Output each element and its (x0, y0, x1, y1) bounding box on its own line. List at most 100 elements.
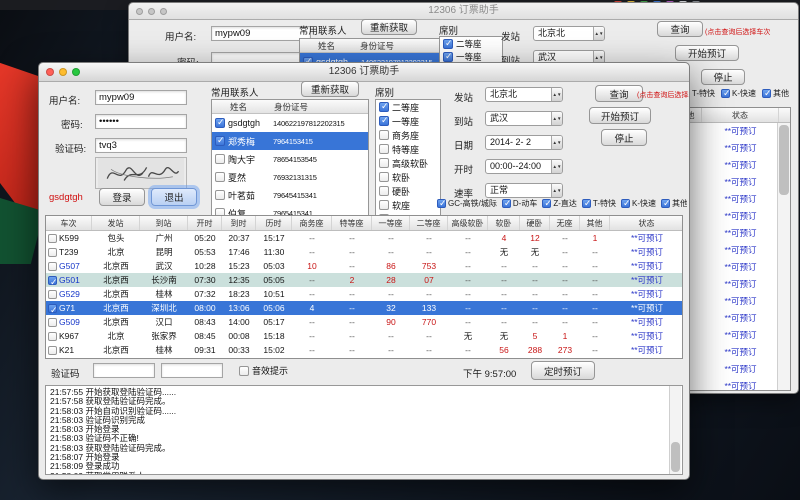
refresh-contacts-button[interactable]: 重新获取 (361, 19, 417, 35)
logout-button[interactable]: 退出 (151, 188, 197, 206)
train-row[interactable]: G529北京西桂林07:3218:2310:51----------------… (46, 287, 682, 301)
checkbox[interactable] (215, 154, 225, 164)
stop-button[interactable]: 停止 (701, 69, 745, 85)
checkbox[interactable] (502, 199, 511, 208)
train-type-checkbox[interactable]: T-特快 (582, 198, 616, 209)
checkbox[interactable] (542, 199, 551, 208)
captcha-image[interactable] (95, 157, 187, 189)
contact-row[interactable]: 陶大宇78654153545 (212, 150, 368, 168)
depart-time-dropdown[interactable]: 00:00--24:00▲▼ (485, 159, 563, 174)
stepper-icon[interactable]: ▲▼ (551, 136, 562, 149)
checkbox[interactable] (379, 116, 389, 126)
column-header[interactable]: 商务座 (292, 216, 332, 230)
minimize-button[interactable] (148, 8, 155, 15)
checkbox[interactable] (621, 199, 630, 208)
checkbox[interactable] (443, 39, 453, 49)
column-header[interactable]: 车次 (46, 216, 92, 230)
sound-toggle[interactable]: 音效提示 (239, 364, 288, 377)
contact-row[interactable]: gsdgtgh140622197812202315 (212, 114, 368, 132)
zoom-button[interactable] (160, 8, 167, 15)
checkbox[interactable] (215, 172, 225, 182)
checkbox[interactable] (48, 346, 57, 355)
column-header[interactable]: 到站 (140, 216, 188, 230)
main-window[interactable]: 12306 订票助手 用户名: 密码: 验证码: gsdgtgh 登录 退出 常… (38, 62, 690, 480)
checkbox[interactable] (215, 118, 225, 128)
close-button[interactable] (136, 8, 143, 15)
checkbox[interactable] (379, 130, 389, 140)
to-station-dropdown[interactable]: 武汉▲▼ (485, 111, 563, 126)
column-header[interactable]: 二等座 (410, 216, 448, 230)
checkbox[interactable] (437, 199, 446, 208)
date-stepper[interactable]: 2014- 2- 2▲▼ (485, 135, 563, 150)
refresh-contacts-button[interactable]: 重新获取 (301, 81, 359, 97)
column-header[interactable]: 发站 (92, 216, 140, 230)
train-type-checkbox[interactable]: K-快速 (721, 88, 756, 99)
zoom-button[interactable] (72, 68, 80, 76)
column-header[interactable]: 历时 (256, 216, 292, 230)
contact-row[interactable]: 叶茗茹79645415341 (212, 186, 368, 204)
minimize-button[interactable] (59, 68, 67, 76)
train-row[interactable]: G511北京西武汉09:5214:5505:0310--123625------… (46, 357, 682, 359)
train-type-checkbox[interactable]: Z-直达 (542, 198, 577, 209)
vertical-scrollbar[interactable] (669, 386, 681, 474)
checkbox[interactable] (582, 199, 591, 208)
column-header[interactable]: 硬卧 (520, 216, 550, 230)
train-row[interactable]: T239北京昆明05:5317:4611:30----------无无----*… (46, 245, 682, 259)
contact-row[interactable]: 郑秀梅7964153415 (212, 132, 368, 150)
column-header[interactable]: 状态 (702, 108, 779, 122)
checkbox[interactable] (379, 102, 389, 112)
column-header[interactable]: 一等座 (372, 216, 410, 230)
speed-dropdown[interactable]: 正常▲▼ (485, 183, 563, 198)
checkbox[interactable] (48, 332, 57, 341)
seat-option[interactable]: 软座 (376, 198, 440, 212)
checkbox[interactable] (215, 190, 225, 200)
captcha-input-1[interactable] (93, 363, 155, 378)
checkbox[interactable] (379, 158, 389, 168)
column-header[interactable]: 高级软卧 (448, 216, 488, 230)
checkbox[interactable] (379, 186, 389, 196)
from-station-dropdown[interactable]: 北京北▲▼ (485, 87, 563, 102)
column-header[interactable]: 特等座 (332, 216, 372, 230)
seat-option[interactable]: 特等座 (376, 142, 440, 156)
checkbox[interactable] (48, 248, 57, 257)
checkbox[interactable] (661, 199, 670, 208)
start-booking-button[interactable]: 开始预订 (675, 45, 739, 61)
train-row[interactable]: G71北京西深圳北08:0013:0605:064--32133--------… (46, 301, 682, 315)
scrollbar-thumb[interactable] (671, 442, 680, 472)
password-input[interactable] (95, 114, 187, 129)
checkbox[interactable] (215, 136, 225, 146)
seat-option[interactable]: 硬卧 (376, 184, 440, 198)
checkbox[interactable] (762, 89, 771, 98)
train-type-checkbox[interactable]: 其他 (661, 198, 687, 209)
checkbox[interactable] (379, 144, 389, 154)
close-button[interactable] (46, 68, 54, 76)
scrollbar-thumb[interactable] (779, 125, 789, 195)
seat-option[interactable]: 二等座 (376, 100, 440, 114)
timer-booking-button[interactable]: 定时预订 (531, 361, 595, 380)
checkbox[interactable] (48, 234, 57, 243)
train-row[interactable]: K967北京张家界08:4500:0815:18--------无无51--**… (46, 329, 682, 343)
username-input[interactable] (211, 26, 311, 41)
from-station-dropdown[interactable]: 北京北▲▼ (533, 26, 605, 41)
titlebar[interactable]: 12306 订票助手 (39, 63, 689, 82)
train-type-checkbox[interactable]: K-快速 (621, 198, 656, 209)
checkbox[interactable] (443, 52, 453, 62)
username-input[interactable] (95, 90, 187, 105)
train-row[interactable]: K21北京西桂林09:3100:3315:02----------5628827… (46, 343, 682, 357)
start-booking-button[interactable]: 开始预订 (589, 107, 651, 124)
train-type-checkbox[interactable]: 其他 (762, 88, 789, 99)
captcha-input-2[interactable] (161, 363, 223, 378)
column-header[interactable]: 无座 (550, 216, 580, 230)
checkbox[interactable] (48, 304, 57, 313)
checkbox[interactable] (48, 262, 57, 271)
seat-option[interactable]: 一等座 (376, 114, 440, 128)
titlebar[interactable]: 12306 订票助手 (129, 3, 798, 20)
seat-option[interactable]: 二等座 (440, 37, 502, 50)
login-button[interactable]: 登录 (99, 188, 145, 206)
seat-option[interactable]: 软卧 (376, 170, 440, 184)
column-header[interactable]: 到时 (222, 216, 256, 230)
train-row[interactable]: G509北京西汉口08:4314:0005:17----90770-------… (46, 315, 682, 329)
checkbox[interactable] (379, 200, 389, 210)
seat-option[interactable]: 高级软卧 (376, 156, 440, 170)
query-button[interactable]: 查询 (657, 21, 703, 37)
